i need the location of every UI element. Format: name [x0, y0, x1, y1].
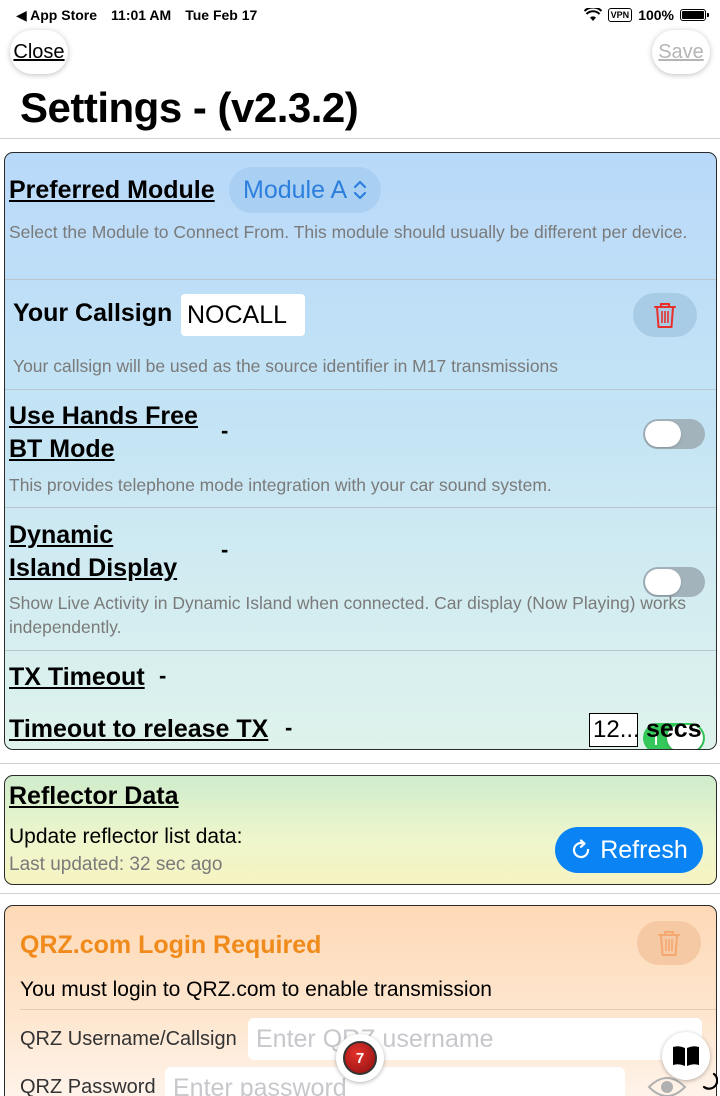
hands-free-label-line2: BT Mode [9, 435, 115, 463]
separator [5, 507, 716, 508]
refresh-button[interactable]: Refresh [555, 827, 703, 873]
divider [0, 893, 720, 894]
badge-count: 7 [343, 1041, 377, 1075]
app-badge-button[interactable]: 7 [336, 1034, 384, 1082]
tx-timeout-dash: - [159, 663, 167, 688]
loading-spinner-icon [702, 1072, 718, 1090]
chevron-up-down-icon [354, 180, 367, 200]
qrz-title: QRZ.com Login Required [20, 931, 322, 959]
hands-free-label-line1: Use Hands Free [9, 402, 198, 430]
dynamic-island-label-line2: Island Display [9, 554, 178, 582]
wifi-icon [583, 8, 602, 21]
reflector-last-updated: Last updated: 32 sec ago [9, 854, 223, 875]
hands-free-dash: - [221, 418, 229, 443]
dynamic-island-dash: - [221, 537, 229, 562]
settings-card: Preferred Module Module A Select the Mod… [4, 152, 717, 750]
refresh-button-label: Refresh [600, 835, 688, 864]
book-icon [673, 1046, 699, 1066]
dynamic-island-description: Show Live Activity in Dynamic Island whe… [9, 593, 686, 637]
reflector-update-text: Update reflector list data: [9, 825, 243, 848]
hands-free-toggle[interactable] [643, 419, 705, 449]
battery-icon [680, 9, 709, 21]
separator [20, 1009, 716, 1010]
divider [0, 763, 720, 764]
separator [5, 279, 716, 280]
timeout-release-dash: - [285, 715, 293, 740]
status-time: 11:01 AM [111, 7, 172, 23]
module-picker[interactable]: Module A [229, 167, 382, 213]
divider [0, 138, 720, 139]
separator [5, 389, 716, 390]
hands-free-description: This provides telephone mode integration… [9, 475, 552, 495]
page-title: Settings - (v2.3.2) [20, 84, 359, 131]
close-button[interactable]: Close [10, 30, 68, 74]
callsign-input[interactable]: NOCALL [181, 294, 305, 336]
status-bar: ◀ App Store 11:01 AM Tue Feb 17 VPN 100% [0, 0, 720, 30]
status-date: Tue Feb 17 [185, 7, 258, 23]
dynamic-island-label-line1: Dynamic [9, 521, 114, 549]
reflector-title: Reflector Data [9, 782, 179, 810]
separator [5, 650, 716, 651]
qrz-password-input[interactable]: Enter password [165, 1067, 625, 1096]
vpn-badge: VPN [607, 8, 633, 22]
qrz-username-input[interactable]: Enter QRZ username [248, 1018, 702, 1060]
clear-callsign-button[interactable] [633, 293, 697, 337]
qrz-username-label: QRZ Username/Callsign [20, 1028, 237, 1050]
back-to-app-link[interactable]: ◀ App Store [16, 7, 97, 24]
preferred-module-description: Select the Module to Connect From. This … [9, 222, 688, 242]
callsign-description: Your callsign will be used as the source… [13, 356, 559, 376]
reflector-card: Reflector Data Update reflector list dat… [4, 775, 717, 885]
timeout-seconds-input[interactable]: 12... [589, 713, 638, 747]
timeout-unit: secs [646, 715, 702, 743]
trash-icon [658, 931, 680, 956]
trash-icon [654, 303, 676, 328]
refresh-icon [573, 839, 590, 859]
module-picker-value: Module A [243, 175, 348, 204]
preferred-module-label: Preferred Module [9, 176, 215, 204]
qrz-clear-button[interactable] [637, 921, 701, 965]
callsign-label: Your Callsign [13, 299, 173, 327]
qrz-password-label: QRZ Password [20, 1076, 156, 1096]
save-button[interactable]: Save [652, 30, 710, 74]
battery-percent: 100% [638, 7, 674, 23]
timeout-release-label: Timeout to release TX [9, 715, 269, 743]
qrz-login-message: You must login to QRZ.com to enable tran… [20, 978, 492, 1001]
tx-timeout-label: TX Timeout [9, 663, 145, 691]
